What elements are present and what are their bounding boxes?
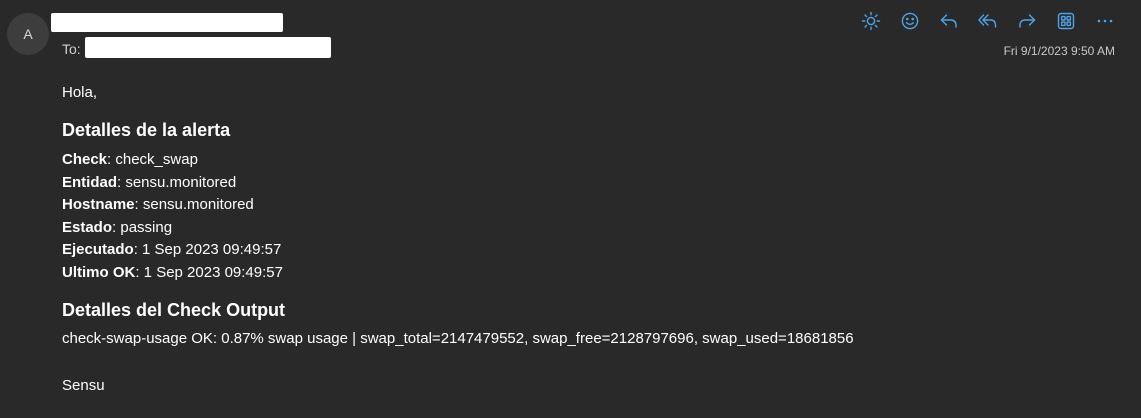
immersive-reader-button[interactable] bbox=[858, 9, 884, 33]
message-toolbar bbox=[858, 9, 1118, 33]
field-value: : 1 Sep 2023 09:49:57 bbox=[133, 241, 282, 258]
reply-icon bbox=[940, 14, 957, 28]
reply-all-button[interactable] bbox=[975, 9, 1001, 33]
field-label: Ejecutado bbox=[62, 241, 134, 258]
field-value: : sensu.monitored bbox=[117, 173, 237, 191]
sun-icon bbox=[861, 11, 881, 31]
avatar-initial: A bbox=[23, 26, 33, 42]
field-hostname: Hostname: sensu.monitored bbox=[62, 194, 1112, 217]
check-output-text: check-swap-usage OK: 0.87% swap usage | … bbox=[62, 330, 854, 347]
field-value: : sensu.monitored bbox=[134, 196, 254, 213]
field-estado: Estado: passing bbox=[62, 217, 1112, 240]
field-label: Hostname bbox=[62, 196, 135, 213]
sent-timestamp: Fri 9/1/2023 9:50 AM bbox=[1003, 44, 1115, 58]
field-value: : check_swap bbox=[107, 151, 198, 168]
check-output-heading: Detalles del Check Output bbox=[62, 300, 286, 320]
message-body: Hola, Detalles de la alerta Check: check… bbox=[62, 80, 1112, 396]
more-actions-button[interactable] bbox=[1092, 9, 1118, 33]
reply-button[interactable] bbox=[936, 9, 962, 33]
field-ultimo-ok: Ultimo OK: 1 Sep 2023 09:49:57 bbox=[62, 262, 1112, 285]
alert-details-heading: Detalles de la alerta bbox=[62, 120, 231, 140]
recipient-redacted[interactable] bbox=[85, 37, 331, 58]
field-ejecutado: Ejecutado: 1 Sep 2023 09:49:57 bbox=[62, 239, 1112, 262]
sender-name-redacted[interactable] bbox=[51, 13, 283, 32]
react-button[interactable] bbox=[897, 9, 923, 33]
field-entidad: Entidad: sensu.monitored bbox=[62, 172, 1112, 195]
sender-avatar[interactable]: A bbox=[7, 13, 49, 55]
alert-fields: Check: check_swap Entidad: sensu.monitor… bbox=[62, 149, 1112, 284]
forward-icon bbox=[1019, 14, 1036, 28]
apps-button[interactable] bbox=[1053, 9, 1079, 33]
field-label: Check bbox=[62, 151, 108, 168]
field-label: Ultimo OK bbox=[62, 263, 136, 281]
apps-icon bbox=[1057, 12, 1075, 30]
greeting: Hola, bbox=[62, 84, 98, 101]
field-value: : 1 Sep 2023 09:49:57 bbox=[135, 263, 283, 281]
field-value: : passing bbox=[112, 218, 173, 236]
forward-button[interactable] bbox=[1014, 9, 1040, 33]
reply-all-icon bbox=[978, 14, 997, 28]
more-icon bbox=[1097, 19, 1113, 23]
signature: Sensu bbox=[62, 377, 105, 394]
field-label: Entidad bbox=[62, 173, 117, 191]
smiley-icon bbox=[901, 12, 919, 30]
to-label: To: bbox=[62, 41, 81, 57]
field-label: Estado bbox=[62, 218, 113, 236]
field-check: Check: check_swap bbox=[62, 149, 1112, 172]
